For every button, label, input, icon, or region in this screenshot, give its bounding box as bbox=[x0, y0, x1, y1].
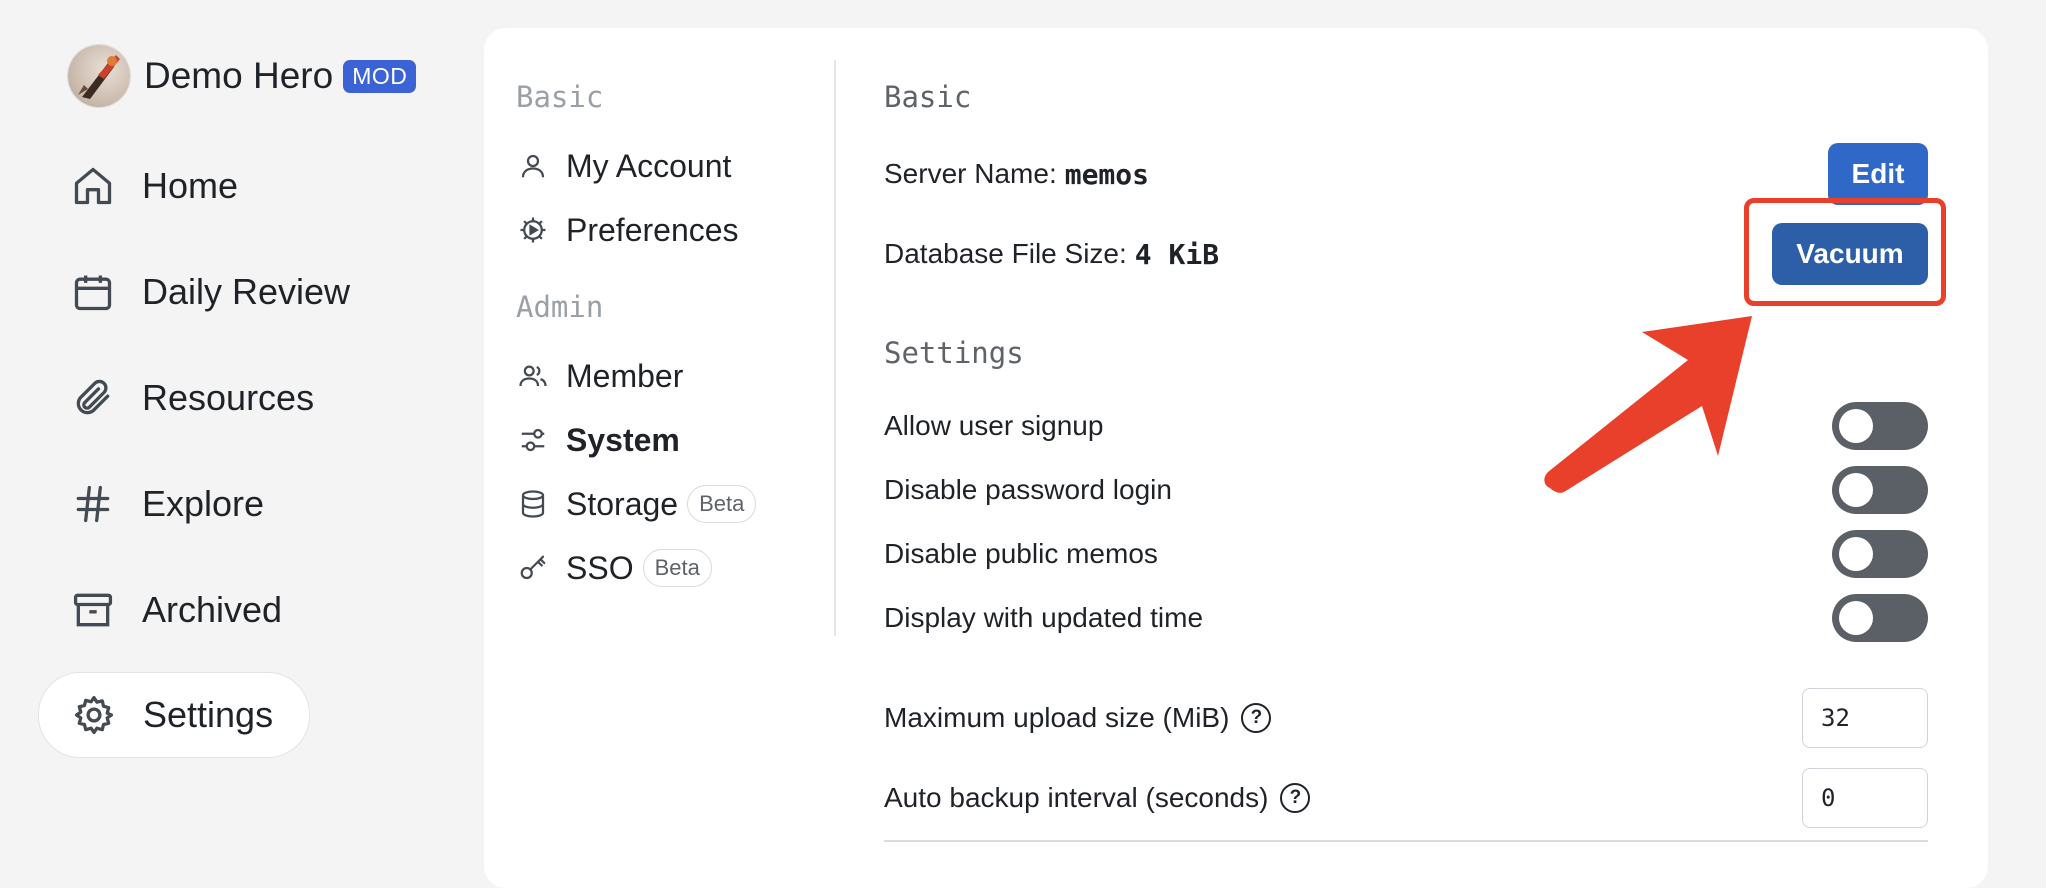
toggle-row: Disable public memos bbox=[884, 522, 1928, 586]
avatar bbox=[68, 45, 130, 107]
help-icon[interactable]: ? bbox=[1241, 703, 1272, 733]
toggle-knob bbox=[1839, 409, 1873, 443]
toggle-label: Display with updated time bbox=[884, 602, 1204, 633]
subnav-item-sso[interactable]: SSO Beta bbox=[516, 542, 712, 594]
user-icon bbox=[516, 149, 550, 183]
subnav-label: SSO bbox=[566, 549, 634, 586]
disable-password-login-toggle[interactable] bbox=[1832, 466, 1928, 514]
toggle-knob bbox=[1839, 537, 1873, 571]
home-icon bbox=[70, 163, 116, 209]
server-name-label: Server Name: bbox=[884, 158, 1057, 189]
highlight-box bbox=[1744, 198, 1946, 306]
user-profile[interactable]: Demo Hero MOD bbox=[68, 44, 417, 108]
nav-item-home[interactable]: Home bbox=[38, 144, 274, 228]
sidebar: Demo Hero MOD Home Daily Review Resource… bbox=[0, 0, 470, 860]
disable-public-memos-toggle[interactable] bbox=[1832, 530, 1928, 578]
edit-button[interactable]: Edit bbox=[1828, 143, 1928, 205]
max-upload-label: Maximum upload size (MiB) bbox=[884, 702, 1230, 733]
toggle-row: Display with updated time bbox=[884, 586, 1928, 650]
nav-item-resources[interactable]: Resources bbox=[38, 356, 350, 440]
display-updated-time-toggle[interactable] bbox=[1832, 594, 1928, 642]
gear-icon bbox=[71, 692, 117, 738]
toggle-knob bbox=[1839, 601, 1873, 635]
nav-label: Daily Review bbox=[142, 271, 351, 312]
subnav-section-admin: Admin bbox=[516, 290, 604, 324]
nav-label: Archived bbox=[142, 589, 283, 630]
archive-icon bbox=[70, 587, 116, 633]
subnav-section-basic: Basic bbox=[516, 80, 604, 114]
calendar-icon bbox=[70, 269, 116, 315]
database-size-label: Database File Size: bbox=[884, 238, 1127, 269]
toggle-label: Allow user signup bbox=[884, 410, 1104, 441]
backup-interval-row: Auto backup interval (seconds) ? bbox=[884, 766, 1928, 830]
database-icon bbox=[516, 487, 550, 521]
nav-label: Resources bbox=[142, 377, 315, 418]
toggle-row: Allow user signup bbox=[884, 394, 1928, 458]
role-badge: MOD bbox=[343, 59, 417, 93]
subnav-item-preferences[interactable]: Preferences bbox=[516, 204, 739, 256]
subnav-divider bbox=[834, 60, 836, 636]
annotation-arrow-icon bbox=[1544, 316, 1752, 493]
key-icon bbox=[516, 551, 550, 585]
help-icon[interactable]: ? bbox=[1280, 783, 1311, 813]
database-size-value: 4 KiB bbox=[1134, 237, 1220, 271]
subnav-item-storage[interactable]: Storage Beta bbox=[516, 478, 757, 530]
section-title-settings: Settings bbox=[884, 336, 1024, 370]
allow-signup-toggle[interactable] bbox=[1832, 402, 1928, 450]
toggle-knob bbox=[1839, 473, 1873, 507]
profile-name: Demo Hero bbox=[144, 55, 334, 96]
section-title-basic: Basic bbox=[884, 80, 972, 114]
paperclip-icon bbox=[70, 375, 116, 421]
subnav-item-system[interactable]: System bbox=[516, 414, 680, 466]
backup-interval-label: Auto backup interval (seconds) bbox=[884, 782, 1269, 813]
sliders-icon bbox=[516, 423, 550, 457]
nav-item-explore[interactable]: Explore bbox=[38, 462, 300, 546]
subnav-item-member[interactable]: Member bbox=[516, 350, 683, 402]
nav-label: Explore bbox=[142, 483, 265, 524]
nav-label: Home bbox=[142, 165, 239, 206]
beta-badge: Beta bbox=[687, 485, 757, 523]
nav-item-archived[interactable]: Archived bbox=[38, 568, 318, 652]
subnav-label: Preferences bbox=[566, 211, 739, 248]
max-upload-input[interactable] bbox=[1802, 688, 1928, 748]
nav-item-daily-review[interactable]: Daily Review bbox=[38, 250, 386, 334]
beta-badge: Beta bbox=[642, 549, 712, 587]
subnav-label: Storage bbox=[566, 485, 679, 522]
toggle-row: Disable password login bbox=[884, 458, 1928, 522]
nav-label: Settings bbox=[143, 694, 274, 735]
subnav-label: My Account bbox=[566, 147, 732, 184]
subnav-label: Member bbox=[566, 357, 684, 394]
preferences-gear-icon bbox=[516, 213, 550, 247]
server-name-value: memos bbox=[1064, 157, 1150, 191]
toggle-label: Disable password login bbox=[884, 474, 1172, 505]
toggle-label: Disable public memos bbox=[884, 538, 1158, 569]
hash-icon bbox=[70, 481, 116, 527]
backup-interval-input[interactable] bbox=[1802, 768, 1928, 828]
nav-item-settings[interactable]: Settings bbox=[38, 672, 311, 758]
server-name-row: Server Name: memos Edit bbox=[884, 142, 1928, 206]
content-divider bbox=[884, 840, 1928, 842]
subnav-label: System bbox=[566, 421, 680, 458]
users-icon bbox=[516, 359, 550, 393]
max-upload-row: Maximum upload size (MiB) ? bbox=[884, 686, 1928, 750]
subnav-item-my-account[interactable]: My Account bbox=[516, 140, 731, 192]
